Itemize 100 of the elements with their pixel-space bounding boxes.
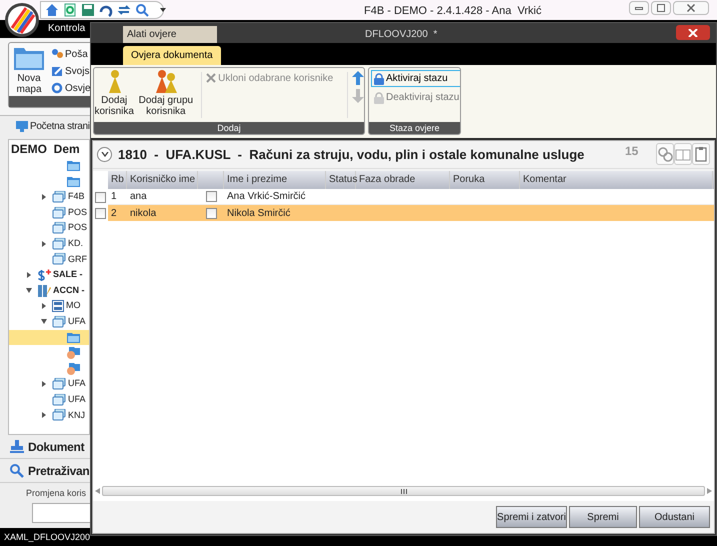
table-cell-text: Ana Vrkić-Smirčić xyxy=(226,190,307,204)
attachment-icon xyxy=(657,146,673,162)
chevron-down-icon xyxy=(100,152,108,157)
document-title: 1810 - UFA.KUSL - Računi za struju, vodu, plin i ostale komunalne usluge xyxy=(118,146,584,164)
toolbar-button[interactable] xyxy=(45,3,59,17)
home-icon xyxy=(45,3,59,17)
tree-header: DEMO Dem xyxy=(10,141,81,158)
activate-path-button[interactable]: Aktiviraj stazu xyxy=(371,70,460,87)
maximize-icon xyxy=(657,4,665,12)
toolbar-button[interactable] xyxy=(81,3,95,17)
ribbon-button[interactable]: Osvje xyxy=(51,81,91,95)
scrollbar-thumb[interactable] xyxy=(102,486,705,496)
tree-item-label: POS xyxy=(68,206,88,219)
tree-item[interactable]: SALE - xyxy=(9,267,89,283)
toolbar-button[interactable] xyxy=(692,143,710,165)
close-button[interactable] xyxy=(673,1,709,15)
search-icon xyxy=(10,464,24,478)
close-button[interactable] xyxy=(676,25,710,40)
toolbar-button[interactable] xyxy=(99,3,113,17)
home-tab[interactable]: Početna strani xyxy=(0,118,90,134)
tree-item-label: GRF xyxy=(68,252,87,266)
table-cell-text: 2 xyxy=(110,206,118,220)
dialog-button[interactable]: Spremi i zatvori xyxy=(496,506,567,528)
dialog-button[interactable]: Spremi xyxy=(569,506,637,528)
stacked-folder-icon xyxy=(52,190,66,203)
minimize-button[interactable] xyxy=(629,1,649,15)
tree-item-label: UFA xyxy=(68,392,86,406)
toolbar-button[interactable] xyxy=(117,3,131,17)
scroll-left-icon xyxy=(95,488,100,494)
tree-item[interactable]: GRF xyxy=(9,252,89,268)
table-row[interactable]: 1 ana Ana Vrkić-Smirčić xyxy=(108,189,714,205)
tree-item[interactable]: ACCN - xyxy=(9,282,89,298)
tree-item[interactable]: UFA xyxy=(9,376,89,392)
toolbar-button[interactable] xyxy=(135,3,149,17)
close-icon xyxy=(206,73,216,83)
stacked-folder-icon xyxy=(52,378,66,390)
move-up-button[interactable] xyxy=(352,71,364,85)
close-icon xyxy=(688,28,698,36)
user-group-icon xyxy=(154,69,178,93)
add-user-group-button[interactable]: Dodaj grupu korisnika xyxy=(136,68,196,122)
document-count: 15 xyxy=(625,143,638,160)
tree-item-label: POS xyxy=(68,221,88,234)
user-input-field[interactable] xyxy=(32,502,92,522)
stacked-folder-icon xyxy=(52,316,66,328)
ribbon-button[interactable]: Poša xyxy=(51,47,91,61)
new-folder-button[interactable]: Nova mapa xyxy=(11,46,47,96)
grip-icon xyxy=(400,488,406,494)
ruler-pencil-icon xyxy=(37,284,51,298)
arrow-up-icon xyxy=(352,71,364,85)
table-cell-text: Nikola Smirčić xyxy=(226,206,292,220)
arrow-down-icon xyxy=(352,89,364,103)
group-label: Staza ovjere xyxy=(369,122,460,134)
tree-item-label: UFA xyxy=(68,314,86,328)
tree-item-label: UFA xyxy=(68,377,86,390)
checkbox[interactable] xyxy=(206,191,216,202)
dialog-button[interactable]: Odustani xyxy=(639,506,710,528)
tree-item-label: ACCN - xyxy=(53,284,84,297)
ribbon-button[interactable]: Svojs xyxy=(51,64,91,78)
folder-icon xyxy=(67,160,80,172)
row-checkbox[interactable] xyxy=(95,192,106,202)
folder-icon xyxy=(14,46,44,70)
tree-item[interactable]: POS xyxy=(9,204,89,220)
user-icon xyxy=(107,69,122,93)
context-tab[interactable]: Alati ovjere xyxy=(123,26,217,43)
dialog-title: DFLOOVJ200 * xyxy=(365,28,438,42)
stacked-folder-icon xyxy=(52,409,66,422)
clipboard-icon xyxy=(693,146,709,162)
tree-item[interactable]: F4B xyxy=(9,189,89,205)
padlock-icon xyxy=(374,92,384,104)
tree-item-label: KD. xyxy=(68,237,84,250)
scroll-right-icon xyxy=(707,488,712,494)
maximize-button[interactable] xyxy=(651,1,671,15)
collapse-button[interactable] xyxy=(97,147,112,162)
add-user-button[interactable]: Dodaj korisnika xyxy=(94,68,134,122)
folder-icon xyxy=(67,176,80,187)
monitor-icon xyxy=(16,120,28,132)
ribbon-tab[interactable]: Ovjera dokumenta xyxy=(123,46,221,65)
table-cell-text: 1 xyxy=(110,190,118,204)
close-icon xyxy=(687,4,695,12)
tree-item-label: MO xyxy=(66,299,80,312)
stamp-icon xyxy=(10,440,24,454)
table-row[interactable]: 2 nikola Nikola Smirčić xyxy=(108,205,714,221)
folder-icon xyxy=(67,332,80,343)
checkbox[interactable] xyxy=(206,208,216,218)
tree-item[interactable]: KNJ xyxy=(9,408,89,424)
tree-item[interactable]: POS xyxy=(9,220,89,236)
tree-item[interactable] xyxy=(9,330,89,346)
tree-item[interactable]: MO xyxy=(9,298,89,314)
stacked-folder-icon xyxy=(52,206,66,219)
dropdown-caret-icon xyxy=(160,8,166,12)
stacked-folder-icon xyxy=(52,394,66,406)
tree-item-label: F4B xyxy=(68,190,85,204)
table-cell-text: ana xyxy=(129,190,148,204)
horizontal-scrollbar[interactable] xyxy=(93,485,714,497)
row-checkbox[interactable] xyxy=(95,208,106,218)
tree-item[interactable]: UFA xyxy=(9,314,89,330)
group-label: Dodaj xyxy=(94,122,364,134)
tree-item[interactable]: UFA xyxy=(9,392,89,408)
ribbon-tab[interactable]: Kontrola xyxy=(48,21,86,38)
tree-item[interactable]: KD. xyxy=(9,236,89,252)
